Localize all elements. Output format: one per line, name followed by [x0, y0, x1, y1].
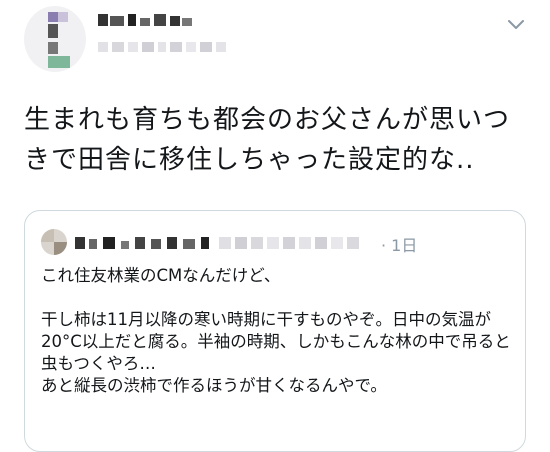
author-name-obscured[interactable]: [98, 12, 198, 30]
tweet-text: 生まれも育ちも都会のお父さんが思いつ きで田舎に移住しちゃった設定的な..: [24, 100, 534, 180]
tweet-text-line: 生まれも育ちも都会のお父さんが思いつ: [24, 105, 511, 135]
quoted-timestamp[interactable]: · 1日: [381, 232, 417, 256]
quoted-author-avatar: [41, 229, 67, 255]
tweet-text-line: きで田舎に移住しちゃった設定的な..: [24, 145, 475, 175]
quoted-tweet-text: これ住友林業のCMなんだけど、 干し柿は11月以降の寒い時期に干すものやぞ。日中…: [41, 266, 511, 395]
chevron-down-icon[interactable]: [504, 12, 528, 36]
quoted-tweet-card[interactable]: · 1日 これ住友林業のCMなんだけど、 干し柿は11月以降の寒い時期に干すもの…: [24, 210, 526, 452]
quoted-author-name-obscured: [75, 237, 359, 249]
author-avatar[interactable]: [24, 6, 86, 72]
author-handle-obscured: [98, 42, 226, 52]
